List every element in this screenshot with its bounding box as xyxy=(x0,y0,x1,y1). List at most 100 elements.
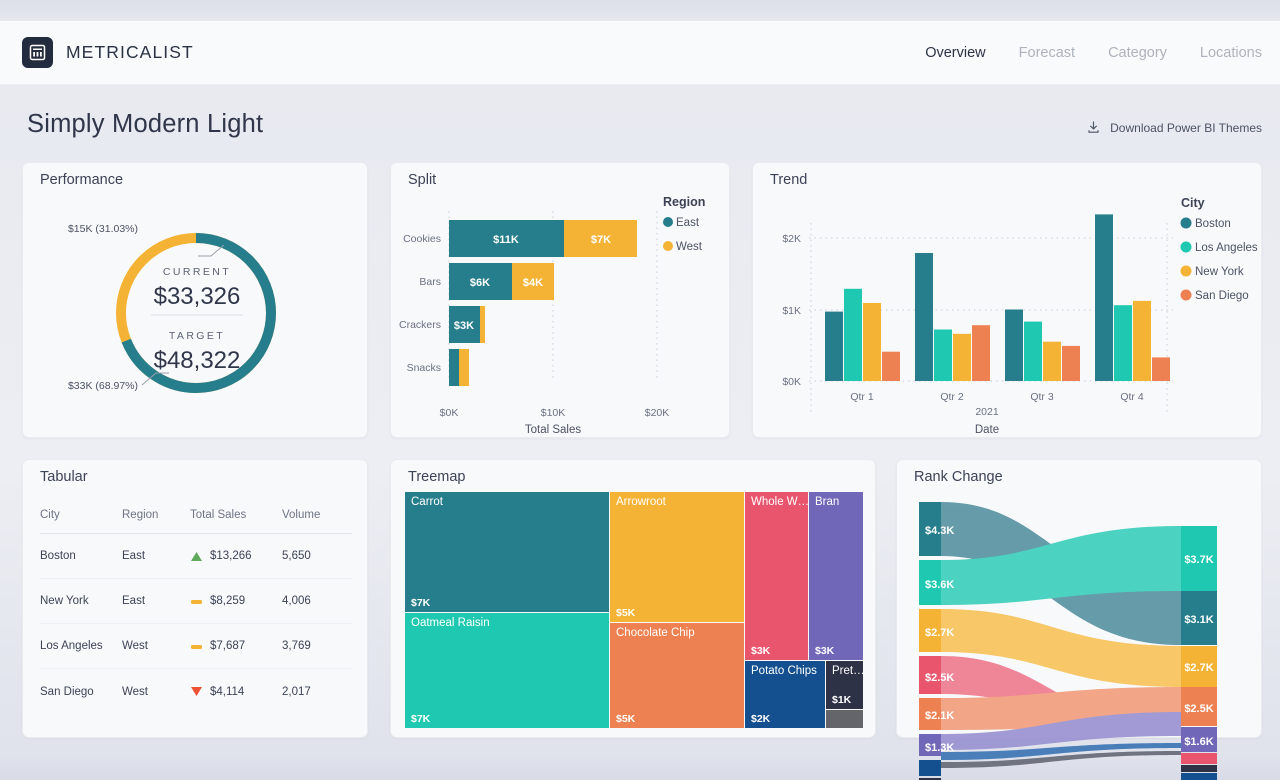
rank-node-right-6 xyxy=(1181,753,1217,764)
tabular-card: Tabular City Region Total Sales Volume B… xyxy=(22,459,368,738)
treemap-tile-value: $1K xyxy=(832,694,851,706)
treemap-tile-pretzels[interactable]: Pret… $1K xyxy=(826,661,863,709)
trend-bar-qtr2-los-angeles xyxy=(934,330,952,382)
nav-item-forecast[interactable]: Forecast xyxy=(1019,45,1075,61)
treemap-tile-name: Pret… xyxy=(832,665,863,677)
trend-bar-qtr2-san-diego xyxy=(972,325,990,381)
treemap-tile-arrowroot[interactable]: Arrowroot $5K xyxy=(610,492,744,622)
rank-node-right-7 xyxy=(1181,765,1217,772)
split-x-axis-title: Total Sales xyxy=(525,424,582,436)
trend-legend-label-new-york: New York xyxy=(1195,266,1244,278)
performance-donut-chart[interactable]: $33K (68.97%) $15K (31.03%) CURRENT $33,… xyxy=(23,163,367,437)
cell-total-sales: $8,259 xyxy=(210,595,245,607)
split-legend-label-east: East xyxy=(676,217,700,229)
brand-name: METRICALIST xyxy=(66,42,194,63)
treemap-tile-value: $7K xyxy=(411,713,430,725)
cell-region: West xyxy=(122,686,190,698)
cell-city: New York xyxy=(40,595,122,607)
nav-item-category[interactable]: Category xyxy=(1108,45,1167,61)
split-value-crackers-east: $3K xyxy=(454,320,474,332)
treemap-tile-value: $3K xyxy=(815,645,834,657)
rank-node-right-8 xyxy=(1181,773,1217,780)
trend-card: Trend $0K $1K $2K Qtr 1 Qtr 2 xyxy=(752,162,1262,438)
treemap-tile-carrot[interactable]: Carrot $7K xyxy=(405,492,609,612)
column-header-volume[interactable]: Volume xyxy=(282,509,352,521)
trend-grouped-bar-chart[interactable]: $0K $1K $2K Qtr 1 Qtr 2 Qtr 3 xyxy=(753,163,1261,437)
rank-left-label-5: $2.1K xyxy=(925,710,954,722)
cell-city: Los Angeles xyxy=(40,640,122,652)
treemap-chart: Carrot $7K Oatmeal Raisin $7K Arrowroot … xyxy=(405,492,863,728)
download-themes-link[interactable]: Download Power BI Themes xyxy=(1086,120,1262,135)
nav-item-locations[interactable]: Locations xyxy=(1200,45,1262,61)
trend-bar-qtr2-new-york xyxy=(953,334,971,381)
trend-bar-qtr3-new-york xyxy=(1043,342,1061,381)
treemap-tile-other[interactable] xyxy=(826,710,863,728)
rank-left-label-2: $3.6K xyxy=(925,579,954,591)
treemap-tile-oatmeal-raisin[interactable]: Oatmeal Raisin $7K xyxy=(405,613,609,728)
column-header-region[interactable]: Region xyxy=(122,509,190,521)
donut-label-remaining: $15K (31.03%) xyxy=(68,223,138,235)
cell-city: San Diego xyxy=(40,686,122,698)
treemap-tile-bran[interactable]: Bran $3K xyxy=(809,492,863,660)
split-legend-title: Region xyxy=(663,195,705,209)
treemap-tile-value: $5K xyxy=(616,607,635,619)
cell-total-sales: $7,687 xyxy=(210,640,245,652)
cell-total-sales: $4,114 xyxy=(210,686,244,698)
trend-legend-swatch-boston xyxy=(1181,218,1192,229)
brand-logo[interactable]: METRICALIST xyxy=(22,37,194,68)
treemap-card: Treemap Carrot $7K Oatmeal Raisin $7K Ar… xyxy=(390,459,876,738)
download-icon xyxy=(1086,120,1101,135)
split-category-snacks: Snacks xyxy=(407,362,441,374)
trend-legend-swatch-new-york xyxy=(1181,266,1192,277)
trend-down-icon xyxy=(190,686,203,697)
trend-bar-qtr1-san-diego xyxy=(882,352,900,381)
trend-flat-icon xyxy=(190,596,203,607)
table-row[interactable]: San Diego West $4,114 2,017 xyxy=(40,669,352,714)
trend-legend-swatch-san-diego xyxy=(1181,290,1192,301)
donut-target-value: $48,322 xyxy=(154,347,241,374)
donut-current-value: $33,326 xyxy=(154,283,241,310)
split-card: Split Cookies $11K $7K Bars $6K $4K Crac… xyxy=(390,162,730,438)
trend-bar-qtr3-san-diego xyxy=(1062,346,1080,381)
split-xtick-2: $20K xyxy=(645,407,670,419)
table-row[interactable]: New York East $8,259 4,006 xyxy=(40,579,352,624)
treemap-tile-value: $7K xyxy=(411,597,430,609)
page-title: Simply Modern Light xyxy=(27,110,263,139)
top-navigation-bar: METRICALIST Overview Forecast Category L… xyxy=(0,21,1280,85)
treemap-tile-name: Bran xyxy=(815,496,839,508)
trend-legend-label-los-angeles: Los Angeles xyxy=(1195,242,1258,254)
table-row[interactable]: Los Angeles West $7,687 3,769 xyxy=(40,624,352,669)
treemap-tile-value: $2K xyxy=(751,713,770,725)
split-legend-label-west: West xyxy=(676,241,703,253)
treemap-tile-name: Chocolate Chip xyxy=(616,627,695,639)
split-legend-swatch-east xyxy=(663,217,673,227)
treemap-tile-value: $3K xyxy=(751,645,770,657)
trend-bar-qtr4-new-york xyxy=(1133,301,1151,381)
column-header-city[interactable]: City xyxy=(40,509,122,521)
cell-total-sales: $13,266 xyxy=(210,550,252,562)
table-row[interactable]: Boston East $13,266 5,650 xyxy=(40,534,352,579)
bar-chart-icon xyxy=(22,37,53,68)
split-legend-swatch-west xyxy=(663,241,673,251)
trend-ytick-0: $0K xyxy=(782,376,801,388)
split-bar-snacks-west xyxy=(459,349,469,386)
trend-legend-label-san-diego: San Diego xyxy=(1195,290,1249,302)
trend-bar-qtr2-boston xyxy=(915,253,933,381)
cell-region: West xyxy=(122,640,190,652)
rank-right-label-5: $1.6K xyxy=(1184,736,1213,748)
nav-item-overview[interactable]: Overview xyxy=(925,45,985,61)
treemap-tile-name: Arrowroot xyxy=(616,496,666,508)
trend-bar-qtr4-boston xyxy=(1095,214,1113,381)
performance-card: Performance $33K (68.97%) $15K (31.03%) … xyxy=(22,162,368,438)
split-value-cookies-east: $11K xyxy=(493,234,519,246)
split-category-crackers: Crackers xyxy=(399,319,441,331)
rank-change-sankey-chart[interactable]: $4.3K $3.6K $2.7K $2.5K $2.1K $1.3K $3.7… xyxy=(897,460,1261,737)
column-header-total-sales[interactable]: Total Sales xyxy=(190,509,282,521)
split-stacked-bar-chart[interactable]: Cookies $11K $7K Bars $6K $4K Crackers $… xyxy=(391,163,729,437)
treemap-tile-whole-wheat[interactable]: Whole W… $3K xyxy=(745,492,808,660)
treemap-tile-value: $5K xyxy=(616,713,635,725)
treemap-tile-chocolate-chip[interactable]: Chocolate Chip $5K xyxy=(610,623,744,728)
cell-volume: 3,769 xyxy=(282,640,352,652)
treemap-tile-potato-chips[interactable]: Potato Chips $2K xyxy=(745,661,825,728)
treemap-tile-name: Carrot xyxy=(411,496,443,508)
